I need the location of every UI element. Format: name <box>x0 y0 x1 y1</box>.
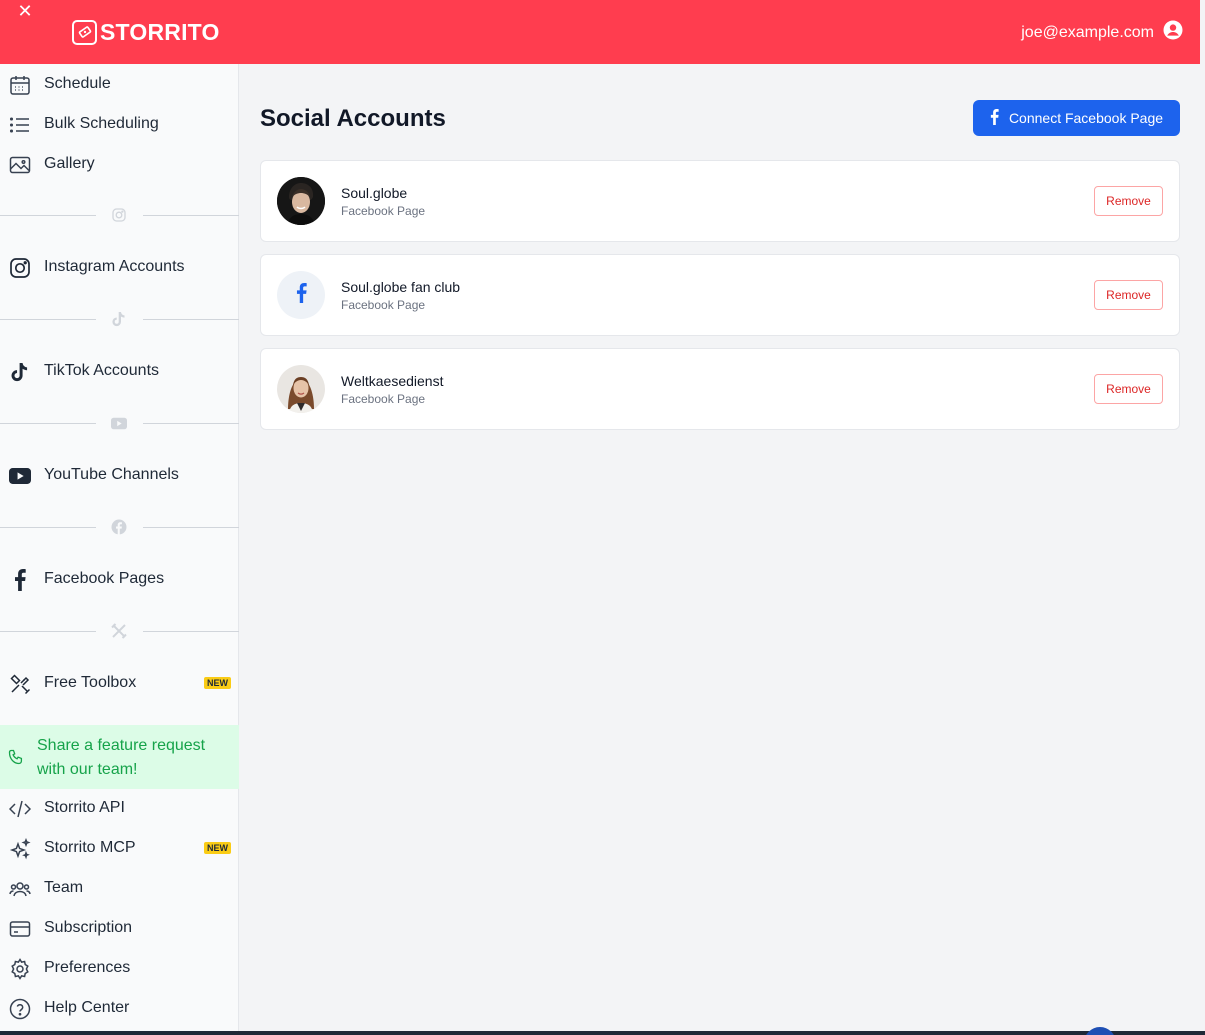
page-title: Social Accounts <box>260 105 446 132</box>
avatar <box>277 271 325 319</box>
sidebar-item-storrito-mcp[interactable]: Storrito MCP NEW <box>0 828 239 868</box>
connect-button-label: Connect Facebook Page <box>1008 110 1164 126</box>
facebook-f-icon <box>990 108 999 128</box>
sidebar-item-label: Storrito MCP <box>44 839 136 856</box>
sidebar-item-label: TikTok Accounts <box>44 362 160 379</box>
sidebar-item-youtube-channels[interactable]: YouTube Channels <box>0 455 239 495</box>
account-card: Weltkaesedienst Facebook Page Remove <box>260 348 1180 430</box>
top-bar: ✕ STORRITO joe@example.com <box>0 0 1200 64</box>
sidebar-item-label: Subscription <box>44 919 133 936</box>
sidebar-item-label: Team <box>44 879 84 896</box>
user-avatar-icon <box>1163 20 1183 45</box>
tools-icon <box>9 673 31 695</box>
tools-icon <box>111 623 127 639</box>
account-name: Soul.globe <box>341 185 408 201</box>
main-content: Social Accounts Connect Facebook Page So… <box>240 64 1200 1035</box>
account-name: Soul.globe fan club <box>341 279 461 295</box>
help-circle-icon <box>9 998 31 1020</box>
facebook-icon <box>111 519 127 535</box>
sidebar-item-label: Bulk Scheduling <box>44 115 159 132</box>
logo-mark-icon <box>72 19 97 45</box>
new-badge: NEW <box>204 842 231 854</box>
sidebar-item-label: Storrito API <box>44 799 125 816</box>
facebook-f-icon <box>9 569 31 591</box>
sidebar-item-team[interactable]: Team <box>0 868 239 908</box>
image-icon <box>9 154 31 176</box>
remove-button[interactable]: Remove <box>1094 186 1163 216</box>
facebook-f-icon <box>296 282 307 308</box>
account-card: Soul.globe Facebook Page Remove <box>260 160 1180 242</box>
youtube-icon <box>111 415 127 431</box>
sidebar-item-help-center[interactable]: Help Center <box>0 988 239 1028</box>
new-badge: NEW <box>204 677 231 689</box>
window-bottom-edge <box>0 1031 1205 1035</box>
avatar <box>277 177 325 225</box>
sidebar-item-facebook-pages[interactable]: Facebook Pages <box>0 559 239 599</box>
credit-card-icon <box>9 918 31 940</box>
instagram-icon <box>9 257 31 279</box>
sidebar-item-schedule[interactable]: Schedule <box>0 64 239 104</box>
users-icon <box>9 878 31 900</box>
section-divider-instagram <box>0 205 239 225</box>
account-type: Facebook Page <box>341 298 426 312</box>
feature-request-text: Share a feature request with our team! <box>37 737 206 778</box>
remove-button[interactable]: Remove <box>1094 374 1163 404</box>
sidebar-item-gallery[interactable]: Gallery <box>0 144 239 184</box>
sidebar-item-preferences[interactable]: Preferences <box>0 948 239 988</box>
feature-request-banner[interactable]: Share a feature request with our team! <box>0 725 239 789</box>
sparkles-icon <box>9 838 31 860</box>
account-name: Weltkaesedienst <box>341 373 444 389</box>
sidebar-item-subscription[interactable]: Subscription <box>0 908 239 948</box>
brand-name: STORRITO <box>100 19 220 45</box>
sidebar-item-label: Free Toolbox <box>44 674 137 691</box>
close-icon[interactable]: ✕ <box>17 3 33 21</box>
section-divider-tiktok <box>0 309 239 329</box>
user-menu[interactable]: joe@example.com <box>1021 20 1183 45</box>
sidebar-item-label: YouTube Channels <box>44 466 179 483</box>
remove-button[interactable]: Remove <box>1094 280 1163 310</box>
sidebar-item-label: Help Center <box>44 999 130 1016</box>
sidebar-item-free-toolbox[interactable]: Free Toolbox NEW <box>0 663 239 703</box>
user-email: joe@example.com <box>1021 23 1154 41</box>
section-divider-youtube <box>0 413 239 433</box>
sidebar-item-label: Facebook Pages <box>44 570 165 587</box>
sidebar-item-storrito-api[interactable]: Storrito API <box>0 788 239 828</box>
instagram-icon <box>111 207 127 223</box>
storrito-logo[interactable]: STORRITO <box>72 19 220 45</box>
tiktok-icon <box>111 311 127 327</box>
youtube-icon <box>9 465 31 487</box>
sidebar-item-label: Instagram Accounts <box>44 258 185 275</box>
sidebar-item-label: Preferences <box>44 959 131 976</box>
sidebar-item-tiktok-accounts[interactable]: TikTok Accounts <box>0 351 239 391</box>
gear-icon <box>9 958 31 980</box>
code-icon <box>9 798 31 820</box>
tiktok-icon <box>9 361 31 383</box>
sidebar-item-label: Gallery <box>44 155 95 172</box>
connect-facebook-page-button[interactable]: Connect Facebook Page <box>973 100 1180 136</box>
list-icon <box>9 114 31 136</box>
sidebar-item-label: Schedule <box>44 75 111 92</box>
phone-icon <box>8 749 24 770</box>
sidebar-item-instagram-accounts[interactable]: Instagram Accounts <box>0 247 239 287</box>
avatar <box>277 365 325 413</box>
section-divider-toolbox <box>0 621 239 641</box>
account-type: Facebook Page <box>341 392 426 406</box>
account-type: Facebook Page <box>341 204 426 218</box>
sidebar-item-bulk-scheduling[interactable]: Bulk Scheduling <box>0 104 239 144</box>
account-card: Soul.globe fan club Facebook Page Remove <box>260 254 1180 336</box>
sidebar: Schedule Bulk Scheduling Gallery Instagr… <box>0 64 239 1035</box>
section-divider-facebook <box>0 517 239 537</box>
calendar-icon <box>9 74 31 96</box>
